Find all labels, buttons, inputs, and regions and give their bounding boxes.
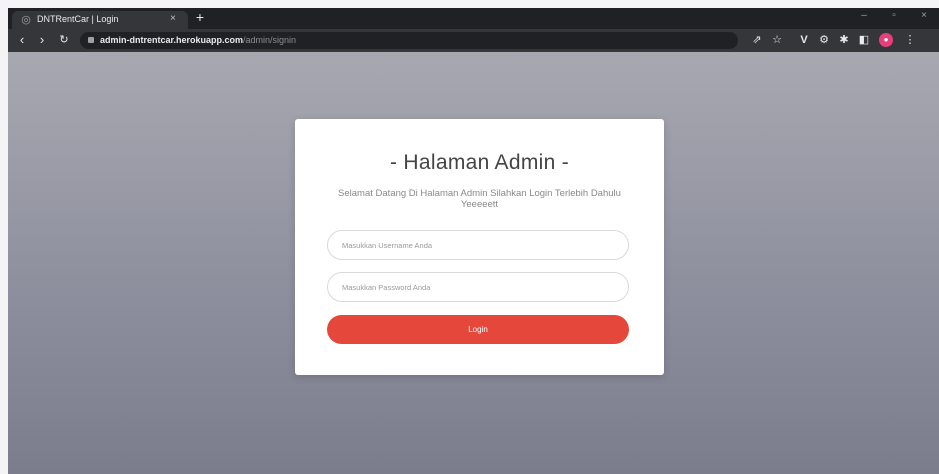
url-host: admin-dntrentcar.herokuapp.com	[100, 35, 244, 45]
password-input[interactable]	[328, 273, 628, 301]
arrow-left-icon[interactable]: ‹	[14, 32, 30, 48]
username-field[interactable]	[327, 230, 629, 260]
browser-toolbar: ‹ › ↻ admin-dntrentcar.herokuapp.com/adm…	[8, 29, 939, 52]
username-input[interactable]	[328, 231, 628, 259]
globe-icon: ◎	[21, 14, 31, 26]
login-button[interactable]: Login	[327, 315, 629, 344]
password-field[interactable]	[327, 272, 629, 302]
restore-icon[interactable]: ▫	[886, 10, 902, 21]
star-icon[interactable]: ☆	[770, 33, 784, 47]
tab-title: DNTRentCar | Login	[37, 14, 119, 24]
settings-extension-icon[interactable]: ⚙	[817, 33, 831, 47]
vue-extension-icon[interactable]: V	[797, 33, 811, 47]
close-icon[interactable]: ×	[170, 13, 176, 24]
url-text[interactable]: admin-dntrentcar.herokuapp.com/admin/sig…	[100, 35, 296, 45]
puzzle-icon[interactable]: ✱	[837, 33, 851, 47]
welcome-text: Selamat Datang Di Halaman Admin Silahkan…	[338, 188, 621, 210]
page-title: - Halaman Admin -	[390, 151, 569, 174]
kebab-menu-icon[interactable]: ⋮	[903, 33, 917, 47]
login-card: - Halaman Admin - Selamat Datang Di Hala…	[295, 119, 664, 375]
browser-tab[interactable]: ◎ DNTRentCar | Login ×	[12, 11, 188, 29]
url-path: /admin/signin	[243, 35, 297, 45]
minimize-icon[interactable]: –	[856, 10, 872, 21]
address-bar[interactable]: admin-dntrentcar.herokuapp.com/admin/sig…	[80, 32, 738, 49]
sidebar-icon[interactable]: ◧	[857, 33, 871, 47]
tab-bar: ◎ DNTRentCar | Login × + – ▫ ×	[8, 8, 939, 29]
arrow-right-icon[interactable]: ›	[34, 32, 50, 48]
share-icon[interactable]: ⇗	[750, 33, 764, 47]
window-close-icon[interactable]: ×	[916, 10, 932, 21]
lock-icon[interactable]	[88, 37, 94, 43]
profile-avatar-icon[interactable]: ●	[879, 33, 893, 47]
browser-window: ◎ DNTRentCar | Login × + – ▫ × ‹ › ↻ adm…	[8, 8, 939, 474]
plus-icon[interactable]: +	[192, 9, 208, 25]
reload-icon[interactable]: ↻	[56, 32, 72, 48]
page-viewport: - Halaman Admin - Selamat Datang Di Hala…	[8, 52, 939, 474]
